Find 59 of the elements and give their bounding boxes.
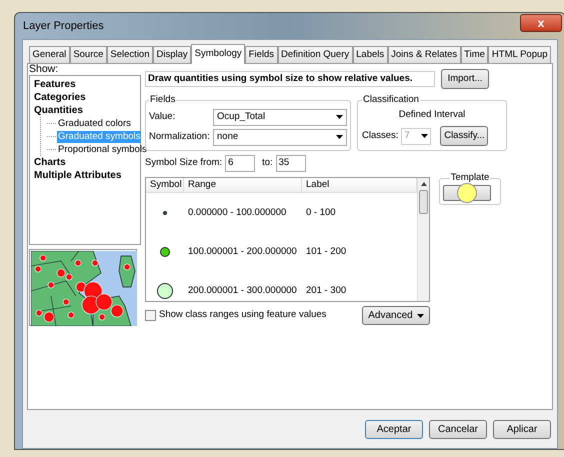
value-dropdown[interactable]: Ocup_Total (213, 108, 347, 126)
column-header[interactable]: Symbol (146, 178, 184, 192)
tab[interactable]: Joins & Relates (388, 46, 461, 63)
dialog-button[interactable]: Cancelar (429, 420, 487, 439)
scroll-up-arrow-icon[interactable] (420, 182, 426, 186)
classes-label: Classes: (362, 129, 398, 144)
tree-item[interactable]: Multiple Attributes (34, 170, 122, 182)
checkbox-label: Show class ranges using feature values (159, 308, 326, 322)
close-button[interactable]: x (520, 14, 562, 32)
range-cell-text: 100.000001 - 200.000000 (187, 244, 298, 259)
dialog-button[interactable]: Aplicar (493, 420, 551, 439)
scrollbar-thumb[interactable] (419, 190, 428, 214)
caret-icon (421, 134, 428, 138)
tab[interactable]: Time (460, 46, 488, 63)
template-title: Template (450, 171, 490, 185)
tree-item[interactable]: Quantities (34, 104, 83, 116)
tab[interactable]: HTML Popup (488, 46, 552, 63)
classify-button[interactable]: Classify... (440, 126, 488, 146)
tab[interactable]: Symbology (191, 44, 246, 64)
label-cell-text: 0 - 100 (305, 206, 337, 220)
tree-item[interactable]: Charts (34, 156, 66, 168)
tab[interactable]: General (29, 46, 70, 63)
tree-item[interactable]: Proportional symbols (57, 144, 148, 156)
scrollbar[interactable] (417, 178, 429, 301)
label-cell-text: 201 - 300 (305, 284, 348, 298)
caret-icon (336, 135, 343, 140)
range-cell-text: 0.000000 - 100.000000 (187, 206, 288, 220)
window-title: Layer Properties (22, 18, 104, 34)
classification-title: Classification (362, 93, 420, 107)
dialog-button[interactable]: Aceptar (365, 420, 423, 439)
template-button[interactable] (443, 185, 491, 202)
fields-title: Fields (149, 93, 176, 107)
symbol-size-to-field[interactable]: 35 (276, 155, 306, 172)
symbol-size-to-label: to: (262, 156, 273, 170)
symbol-size-from-label: Symbol Size from: (145, 156, 222, 170)
tab[interactable]: Fields (245, 46, 278, 63)
range-cell-text: 200.000001 - 300.000000 (187, 284, 298, 298)
caret-icon (336, 115, 343, 120)
method-text: Defined Interval (398, 108, 466, 122)
tree-item[interactable]: Features (34, 78, 76, 90)
tab[interactable]: Labels (352, 46, 388, 63)
normalization-label: Normalization: (149, 130, 211, 144)
checkbox[interactable] (145, 310, 156, 321)
tab[interactable]: Source (70, 46, 107, 63)
caret-icon (416, 314, 424, 318)
tab[interactable]: Definition Query (278, 46, 353, 63)
description-text: Draw quantities using symbol size to show relative values. (145, 71, 435, 87)
tree-item[interactable]: Graduated colors (57, 118, 132, 130)
show-label: Show: (29, 64, 60, 75)
value-label: Value: (149, 110, 176, 124)
import-button[interactable]: Import... (441, 69, 489, 89)
column-header[interactable]: Range (184, 178, 302, 192)
tab[interactable]: Selection (106, 46, 154, 63)
tab[interactable]: Display (153, 46, 192, 63)
normalization-dropdown[interactable]: none (213, 128, 347, 146)
tree-item[interactable]: Categories (34, 92, 86, 104)
label-cell-text: 101 - 200 (305, 244, 348, 259)
symbol-size-from-field[interactable]: 6 (225, 155, 256, 172)
advanced-button[interactable]: Advanced (362, 306, 430, 325)
